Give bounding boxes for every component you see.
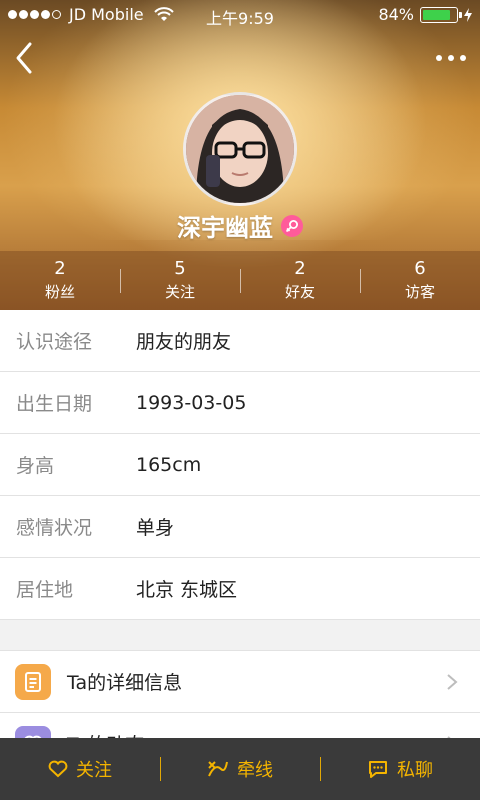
profile-header: JD Mobile 上午9:59 84% 深宇幽蓝 2 粉丝 5 关注 2 好友… xyxy=(0,0,480,310)
stat-label: 关注 xyxy=(164,283,195,301)
menu-item-label: Ta的详细信息 xyxy=(67,672,183,694)
stat-label: 访客 xyxy=(404,283,435,301)
message-button[interactable]: 私聊 xyxy=(320,738,480,800)
profile-info-list: 认识途径 朋友的朋友 出生日期 1993-03-05 身高 165cm 感情状况… xyxy=(0,310,480,620)
charging-icon xyxy=(464,7,472,22)
stat-count: 5 xyxy=(174,258,186,279)
stats-bar: 2 粉丝 5 关注 2 好友 6 访客 xyxy=(0,251,480,310)
status-bar: JD Mobile 上午9:59 84% xyxy=(0,0,480,30)
info-value: 1993-03-05 xyxy=(136,391,247,414)
document-icon xyxy=(15,663,51,700)
more-options-button[interactable] xyxy=(434,48,468,68)
info-key: 身高 xyxy=(16,455,55,477)
info-row-acquaintance: 认识途径 朋友的朋友 xyxy=(0,310,480,372)
matchmake-icon xyxy=(208,761,228,777)
info-value: 北京 东城区 xyxy=(136,579,238,601)
follow-label: 关注 xyxy=(76,760,112,781)
chat-bubble-icon xyxy=(369,761,387,778)
info-row-birthday: 出生日期 1993-03-05 xyxy=(0,372,480,434)
matchmake-button[interactable]: 牵线 xyxy=(160,738,320,800)
female-icon xyxy=(281,214,303,237)
info-row-height: 身高 165cm xyxy=(0,434,480,496)
stat-count: 2 xyxy=(54,258,66,279)
message-label: 私聊 xyxy=(397,760,433,781)
stat-label: 粉丝 xyxy=(44,283,75,301)
info-key: 出生日期 xyxy=(16,393,93,415)
stat-count: 6 xyxy=(414,258,426,279)
bottom-action-bar: 关注 牵线 私聊 xyxy=(0,738,480,800)
avatar-photo xyxy=(186,95,294,203)
stat-fans[interactable]: 2 粉丝 xyxy=(0,251,120,310)
battery-percent: 84% xyxy=(378,5,414,24)
back-button[interactable] xyxy=(10,40,40,76)
info-row-residence: 居住地 北京 东城区 xyxy=(0,558,480,620)
info-row-relationship: 感情状况 单身 xyxy=(0,496,480,558)
stat-following[interactable]: 5 关注 xyxy=(120,251,240,310)
info-value: 单身 xyxy=(136,517,175,539)
info-value: 165cm xyxy=(136,453,202,476)
info-key: 居住地 xyxy=(16,579,74,601)
stat-friends[interactable]: 2 好友 xyxy=(240,251,360,310)
info-key: 认识途径 xyxy=(16,331,93,353)
info-key: 感情状况 xyxy=(16,517,93,539)
stat-count: 2 xyxy=(294,258,306,279)
matchmake-label: 牵线 xyxy=(237,760,273,781)
avatar[interactable] xyxy=(183,92,297,206)
info-value: 朋友的朋友 xyxy=(136,331,232,353)
menu-item-details[interactable]: Ta的详细信息 xyxy=(0,651,480,713)
chevron-right-icon xyxy=(447,674,458,690)
stat-label: 好友 xyxy=(284,283,315,301)
stat-visitors[interactable]: 6 访客 xyxy=(360,251,480,310)
follow-button[interactable]: 关注 xyxy=(0,738,160,800)
heart-outline-icon xyxy=(48,760,68,778)
nickname: 深宇幽蓝 xyxy=(177,214,273,242)
battery-icon xyxy=(420,6,462,23)
